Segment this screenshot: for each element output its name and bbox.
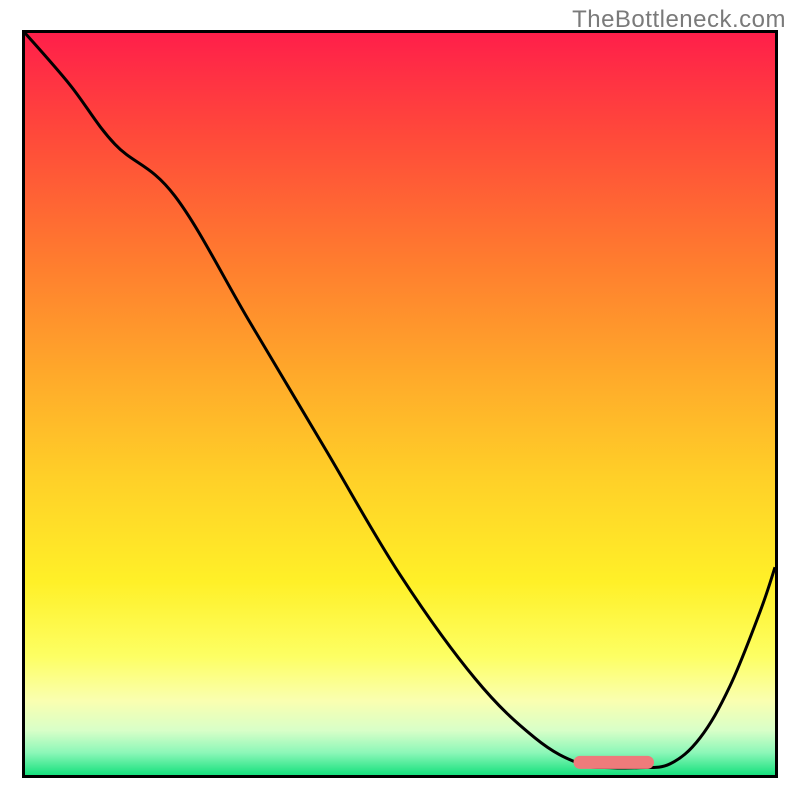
chart-container: TheBottleneck.com — [0, 0, 800, 800]
plot-svg — [25, 33, 775, 775]
plot-background — [25, 33, 775, 775]
watermark-text: TheBottleneck.com — [572, 6, 786, 34]
plot-frame — [22, 30, 778, 778]
